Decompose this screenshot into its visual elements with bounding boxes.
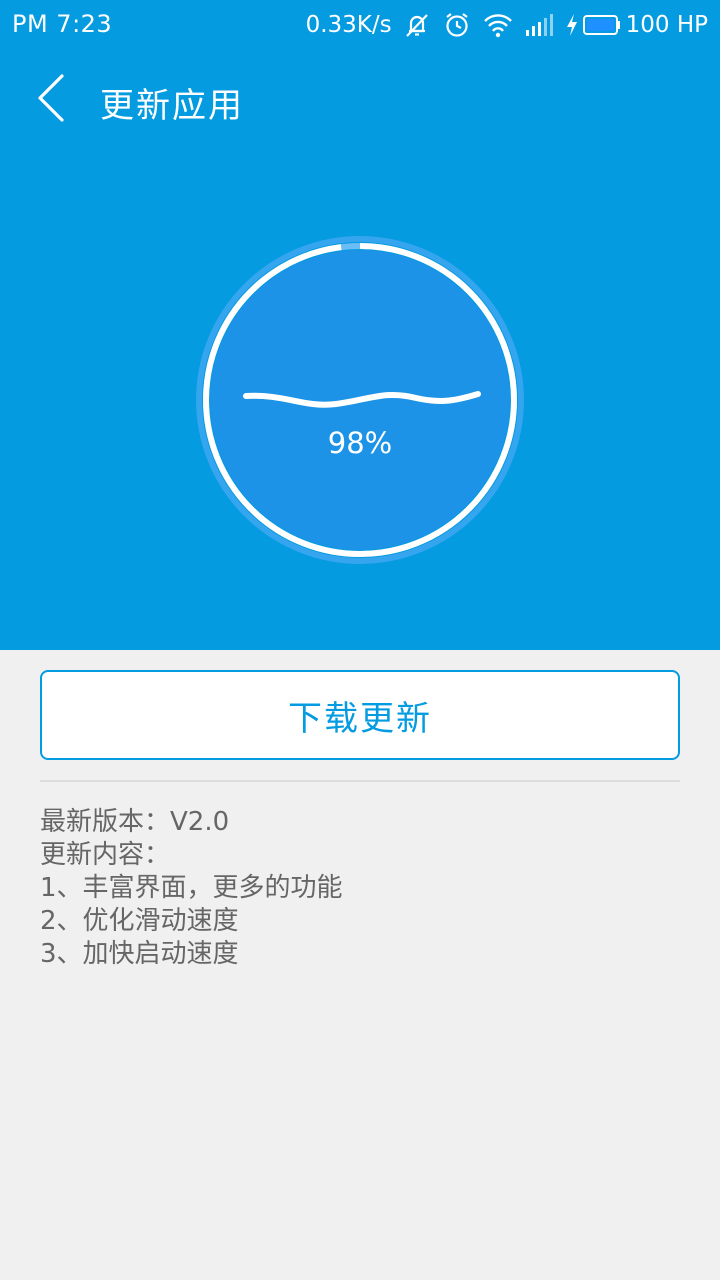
progress-ring: [196, 236, 524, 564]
update-app-screen: PM 7:23 0.33K/s 100 HP 更新应用 98% 下载更新 最新版…: [0, 0, 720, 1280]
battery-indicator: 100 HP: [566, 12, 708, 38]
signal-icon: [524, 12, 556, 38]
network-speed: 0.33K/s: [305, 12, 392, 38]
wifi-icon: [482, 11, 514, 39]
status-icons: 0.33K/s 100 HP: [306, 8, 708, 42]
status-bar: PM 7:23 0.33K/s 100 HP: [0, 0, 720, 52]
charging-icon: [566, 13, 578, 37]
download-update-button[interactable]: 下载更新: [40, 670, 680, 760]
chevron-left-icon: [30, 72, 70, 128]
toolbar: 更新应用: [0, 56, 720, 144]
content-heading: 更新内容：: [40, 840, 171, 870]
divider: [40, 780, 680, 782]
battery-icon: [582, 14, 622, 36]
release-note-item: 1、丰富界面，更多的功能: [40, 873, 343, 903]
back-button[interactable]: [26, 72, 74, 128]
header-panel: PM 7:23 0.33K/s 100 HP 更新应用 98%: [0, 0, 720, 650]
battery-text: 100 HP: [625, 12, 708, 38]
release-note-item: 2、优化滑动速度: [40, 906, 239, 936]
page-title: 更新应用: [100, 86, 244, 126]
alarm-icon: [442, 10, 472, 40]
mute-icon: [402, 10, 432, 40]
progress-percent: 98%: [327, 426, 393, 460]
version-line: 最新版本：V2.0: [40, 807, 230, 837]
release-notes: 最新版本：V2.0 更新内容： 1、丰富界面，更多的功能 2、优化滑动速度 3、…: [40, 806, 680, 971]
release-note-item: 3、加快启动速度: [40, 939, 239, 969]
status-time: PM 7:23: [12, 10, 113, 38]
download-progress: 98%: [196, 236, 524, 564]
